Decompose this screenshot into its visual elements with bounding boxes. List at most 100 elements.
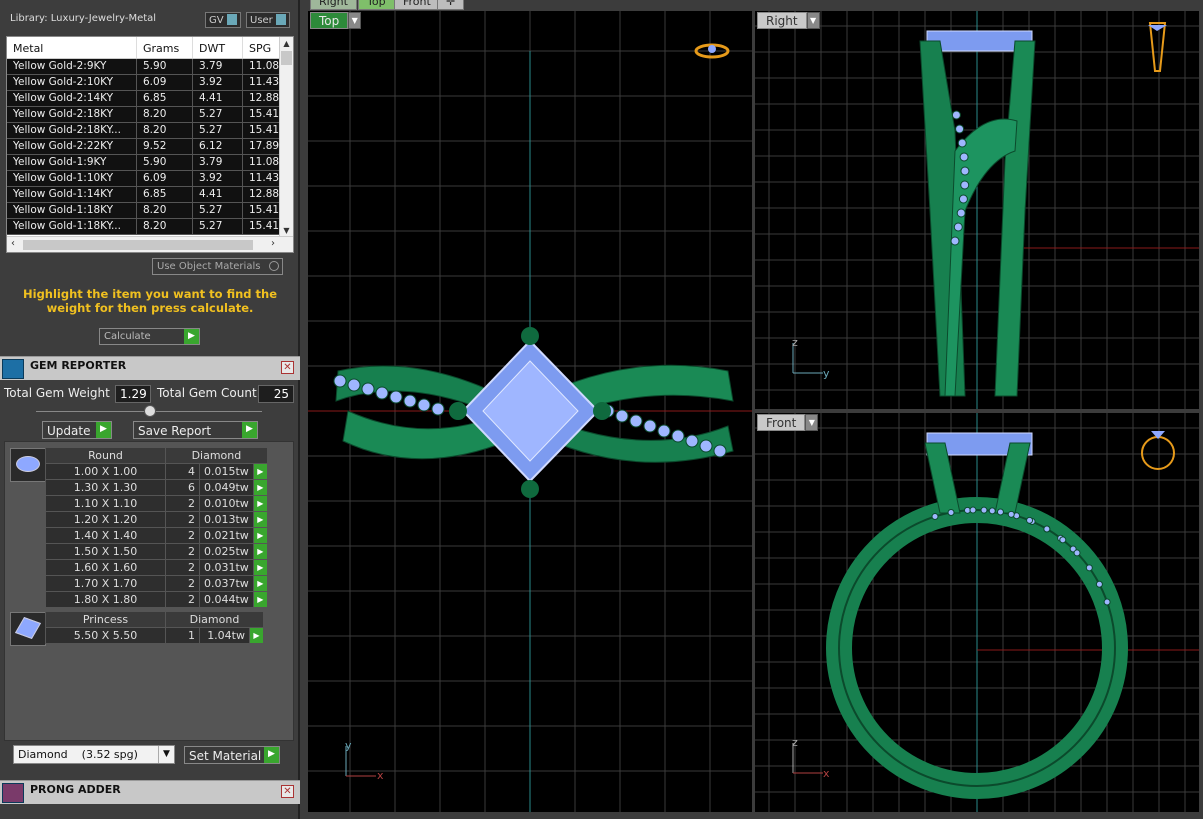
tab-top[interactable]: Top bbox=[358, 0, 395, 10]
total-gem-weight-label: Total Gem Weight bbox=[4, 386, 110, 400]
table-row[interactable]: Yellow Gold-1:18KY 8.20 5.27 15.41 bbox=[7, 203, 293, 219]
table-cell: 5.27 bbox=[193, 107, 243, 122]
round-gem-table[interactable]: Round Diamond 1.00 X 1.00 4 0.015tw ▶ 1.30 X… bbox=[45, 447, 268, 608]
header-spg[interactable]: SPG bbox=[243, 37, 281, 58]
h-scroll-thumb[interactable] bbox=[23, 240, 253, 250]
table-cell: Yellow Gold-2:18KY bbox=[7, 107, 137, 122]
shape-label: Princess bbox=[45, 611, 166, 628]
play-icon[interactable]: ▶ bbox=[252, 591, 268, 608]
gem-row[interactable]: 1.80 X 1.80 2 0.044tw ▶ bbox=[45, 591, 268, 608]
gem-row[interactable]: 1.30 X 1.30 6 0.049tw ▶ bbox=[45, 479, 268, 496]
table-cell: 8.20 bbox=[137, 219, 193, 234]
gem-reporter-header: GEM REPORTER ✕ bbox=[0, 356, 300, 380]
ring-top-view bbox=[333, 327, 734, 498]
user-toggle[interactable]: User bbox=[246, 12, 290, 28]
play-icon[interactable]: ▶ bbox=[252, 479, 268, 496]
header-grams[interactable]: Grams bbox=[137, 37, 193, 58]
table-cell: 4.41 bbox=[193, 187, 243, 202]
gem-row[interactable]: 1.40 X 1.40 2 0.021tw ▶ bbox=[45, 527, 268, 544]
chevron-down-icon[interactable]: ▼ bbox=[348, 12, 362, 29]
scroll-left-icon[interactable]: ‹ bbox=[11, 238, 15, 249]
table-row[interactable]: Yellow Gold-1:9KY 5.90 3.79 11.08 bbox=[7, 155, 293, 171]
table-row[interactable]: Yellow Gold-2:22KY 9.52 6.12 17.89 bbox=[7, 139, 293, 155]
material-select[interactable]: Diamond (3.52 spg) ▼ bbox=[13, 745, 175, 764]
splitter-handle[interactable] bbox=[144, 405, 156, 417]
table-row[interactable]: Yellow Gold-1:14KY 6.85 4.41 12.88 bbox=[7, 187, 293, 203]
library-title: Library: Luxury-Jewelry-Metal bbox=[10, 13, 157, 24]
gem-cell: 1.00 X 1.00 bbox=[45, 463, 166, 480]
scroll-up-icon[interactable]: ▲ bbox=[280, 39, 293, 48]
tab-front[interactable]: Front bbox=[394, 0, 440, 10]
gem-cell: 1.30 X 1.30 bbox=[45, 479, 166, 496]
play-icon[interactable]: ▶ bbox=[252, 495, 268, 512]
save-report-button[interactable]: Save Report ▶ bbox=[133, 421, 258, 439]
vertical-scrollbar[interactable]: ▲ ▼ bbox=[279, 37, 293, 237]
scroll-right-icon[interactable]: › bbox=[271, 238, 275, 249]
play-icon[interactable]: ▶ bbox=[252, 575, 268, 592]
calculate-button[interactable]: Calculate ▶ bbox=[99, 328, 200, 345]
gem-row[interactable]: 1.10 X 1.10 2 0.010tw ▶ bbox=[45, 495, 268, 512]
tab-right[interactable]: Right bbox=[310, 0, 357, 10]
top-viewport[interactable]: y x Top ▼ bbox=[308, 11, 752, 812]
right-viewport[interactable]: z y Right ▼ bbox=[755, 11, 1199, 409]
update-button[interactable]: Update ▶ bbox=[42, 421, 112, 439]
gem-row[interactable]: 1.20 X 1.20 2 0.013tw ▶ bbox=[45, 511, 268, 528]
prong-adder-title: PRONG ADDER bbox=[30, 783, 121, 796]
table-row[interactable]: Yellow Gold-2:14KY 6.85 4.41 12.88 bbox=[7, 91, 293, 107]
table-row[interactable]: Yellow Gold-1:10KY 6.09 3.92 11.43 bbox=[7, 171, 293, 187]
chevron-down-icon[interactable]: ▼ bbox=[158, 746, 174, 763]
set-material-button[interactable]: Set Material ▶ bbox=[184, 746, 280, 764]
table-cell: 15.41 bbox=[243, 203, 281, 218]
ring-orientation-icon bbox=[1141, 431, 1175, 470]
play-icon[interactable]: ▶ bbox=[249, 627, 264, 644]
x-axis-label: x bbox=[377, 769, 384, 782]
gem-cell: 6 bbox=[165, 479, 200, 496]
front-viewport[interactable]: z x Front ▼ bbox=[755, 413, 1199, 812]
front-view-canvas[interactable]: z x bbox=[755, 413, 1199, 812]
gv-toggle[interactable]: GV bbox=[205, 12, 241, 28]
use-object-materials-checkbox[interactable]: Use Object Materials bbox=[152, 258, 283, 275]
table-cell: Yellow Gold-1:10KY bbox=[7, 171, 137, 186]
metal-table[interactable]: Metal Grams DWT SPG Yellow Gold-2:9KY 5.9… bbox=[6, 36, 294, 253]
gem-row[interactable]: 1.60 X 1.60 2 0.031tw ▶ bbox=[45, 559, 268, 576]
gem-reporter-icon bbox=[2, 359, 24, 379]
z-axis-label: z bbox=[792, 736, 798, 749]
play-icon[interactable]: ▶ bbox=[252, 527, 268, 544]
tab-add-icon[interactable]: ✛ bbox=[437, 0, 465, 10]
gem-row[interactable]: 1.70 X 1.70 2 0.037tw ▶ bbox=[45, 575, 268, 592]
play-icon[interactable]: ▶ bbox=[252, 463, 268, 480]
play-icon[interactable]: ▶ bbox=[252, 511, 268, 528]
close-icon[interactable]: ✕ bbox=[281, 361, 294, 374]
header-metal[interactable]: Metal bbox=[7, 37, 137, 58]
table-row[interactable]: Yellow Gold-2:18KY 8.20 5.27 15.41 bbox=[7, 107, 293, 123]
horizontal-scrollbar[interactable]: ‹ › bbox=[7, 236, 293, 252]
play-icon[interactable]: ▶ bbox=[252, 559, 268, 576]
top-viewport-label[interactable]: Top ▼ bbox=[310, 12, 362, 29]
gem-row[interactable]: 5.50 X 5.50 1 1.04tw ▶ bbox=[45, 627, 264, 644]
table-cell: Yellow Gold-1:9KY bbox=[7, 155, 137, 170]
table-row[interactable]: Yellow Gold-2:9KY 5.90 3.79 11.08 bbox=[7, 59, 293, 75]
front-viewport-label[interactable]: Front ▼ bbox=[757, 414, 819, 431]
top-view-canvas[interactable]: y x bbox=[308, 11, 752, 812]
table-cell: 11.08 bbox=[243, 59, 281, 74]
table-row[interactable]: Yellow Gold-2:18KY... 8.20 5.27 15.41 bbox=[7, 123, 293, 139]
table-cell: 6.85 bbox=[137, 91, 193, 106]
table-row[interactable]: Yellow Gold-1:18KY... 8.20 5.27 15.41 bbox=[7, 219, 293, 235]
princess-gem-table[interactable]: Princess Diamond 5.50 X 5.50 1 1.04tw ▶ bbox=[45, 611, 264, 644]
close-icon[interactable]: ✕ bbox=[281, 785, 294, 798]
scroll-thumb[interactable] bbox=[281, 51, 292, 65]
play-icon[interactable]: ▶ bbox=[252, 543, 268, 560]
material-label: Diamond bbox=[165, 447, 268, 464]
gem-row[interactable]: 1.50 X 1.50 2 0.025tw ▶ bbox=[45, 543, 268, 560]
gem-cell: 2 bbox=[165, 559, 200, 576]
scroll-down-icon[interactable]: ▼ bbox=[280, 226, 293, 235]
table-cell: 5.27 bbox=[193, 203, 243, 218]
gem-row[interactable]: 1.00 X 1.00 4 0.015tw ▶ bbox=[45, 463, 268, 480]
header-dwt[interactable]: DWT bbox=[193, 37, 243, 58]
chevron-down-icon[interactable]: ▼ bbox=[805, 414, 819, 431]
table-row[interactable]: Yellow Gold-2:10KY 6.09 3.92 11.43 bbox=[7, 75, 293, 91]
chevron-down-icon[interactable]: ▼ bbox=[806, 12, 820, 29]
shape-label: Round bbox=[45, 447, 166, 464]
right-view-canvas[interactable]: z y bbox=[755, 11, 1199, 409]
right-viewport-label[interactable]: Right ▼ bbox=[757, 12, 820, 29]
